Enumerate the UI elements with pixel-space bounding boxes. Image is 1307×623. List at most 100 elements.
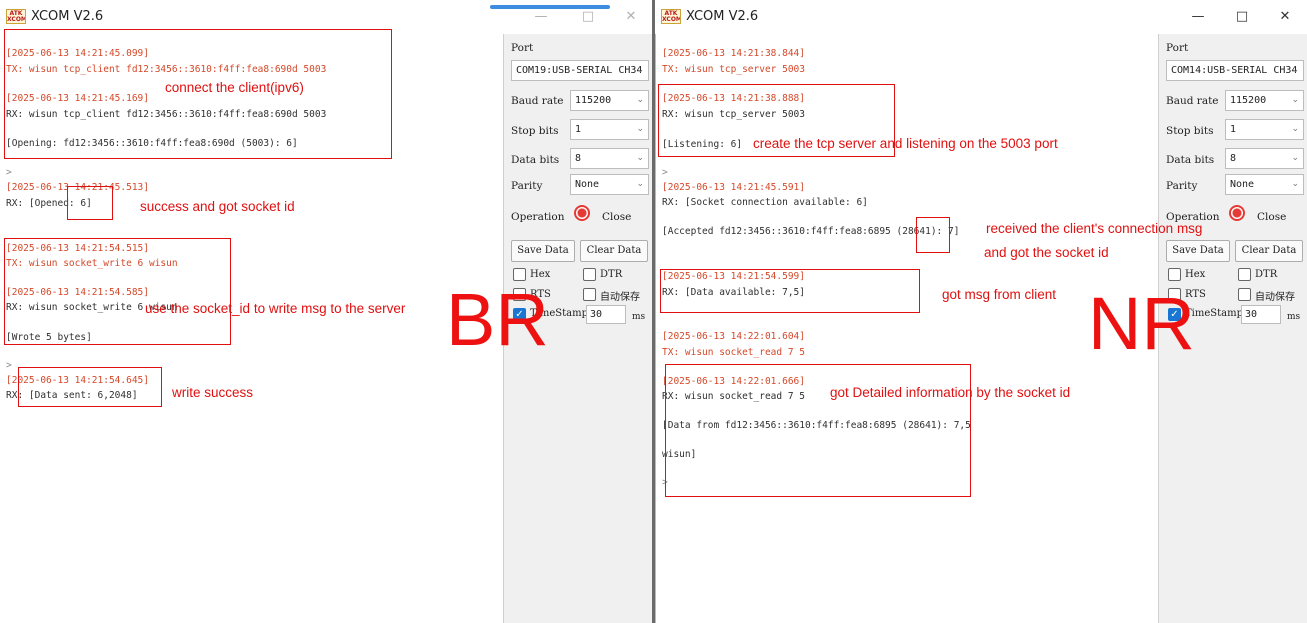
annotation-text: create the tcp server and listening on t… bbox=[753, 136, 1058, 151]
baud-rate-value: 115200 bbox=[1230, 95, 1267, 106]
close-port-label[interactable]: Close bbox=[602, 211, 631, 223]
autosave-checkbox[interactable] bbox=[583, 288, 596, 301]
device-label: BR bbox=[446, 278, 549, 361]
annotation-text: received the client's connection msg bbox=[986, 221, 1203, 236]
save-data-button[interactable]: Save Data bbox=[1166, 240, 1230, 262]
close-button[interactable]: ✕ bbox=[1268, 6, 1302, 28]
annotation-text: got Detailed information by the socket i… bbox=[830, 385, 1071, 400]
app-logo-icon: ATK XCOM bbox=[6, 9, 26, 24]
title-bar: ATK XCOM XCOM V2.6 — □ ✕ bbox=[655, 0, 1307, 34]
data-bits-select[interactable]: 8 ⌄ bbox=[1225, 148, 1304, 169]
data-bits-select[interactable]: 8 ⌄ bbox=[570, 148, 649, 169]
terminal-line: [2025-06-13 14:21:45.591] bbox=[662, 182, 805, 193]
maximize-button[interactable]: □ bbox=[1225, 6, 1259, 28]
stop-bits-value: 1 bbox=[1230, 124, 1237, 135]
baud-rate-select[interactable]: 115200 ⌄ bbox=[570, 90, 649, 111]
annotation-box bbox=[916, 217, 950, 253]
dtr-label: DTR bbox=[1255, 269, 1278, 280]
timestamp-input[interactable]: 30 bbox=[586, 305, 626, 324]
stop-bits-select[interactable]: 1 ⌄ bbox=[1225, 119, 1304, 140]
terminal-line: [Accepted fd12:3456::3610:f4ff:fea8:6895… bbox=[662, 226, 960, 237]
chevron-down-icon: ⌄ bbox=[1291, 153, 1299, 163]
chevron-down-icon: ⌄ bbox=[636, 153, 644, 163]
parity-value: None bbox=[575, 179, 600, 190]
annotation-box bbox=[665, 364, 971, 497]
device-label: NR bbox=[1088, 282, 1195, 365]
data-bits-label: Data bits bbox=[511, 154, 560, 166]
right-window: ATK XCOM XCOM V2.6 — □ ✕ [2025-06-13 14:… bbox=[655, 0, 1307, 623]
stop-bits-label: Stop bits bbox=[1166, 125, 1214, 137]
baud-rate-label: Baud rate bbox=[1166, 95, 1219, 107]
save-data-button[interactable]: Save Data bbox=[511, 240, 575, 262]
dtr-checkbox[interactable] bbox=[1238, 268, 1251, 281]
operation-label: Operation bbox=[511, 211, 565, 223]
timestamp-input[interactable]: 30 bbox=[1241, 305, 1281, 324]
parity-label: Parity bbox=[511, 180, 543, 192]
chevron-down-icon: ⌄ bbox=[1291, 95, 1299, 105]
baud-rate-value: 115200 bbox=[575, 95, 612, 106]
port-status-icon[interactable] bbox=[1229, 205, 1245, 221]
autosave-label: 自动保存 bbox=[1255, 292, 1295, 303]
autosave-checkbox[interactable] bbox=[1238, 288, 1251, 301]
port-select[interactable]: COM14:USB-SERIAL CH34 ⌄ bbox=[1166, 60, 1304, 81]
hex-label: Hex bbox=[1185, 269, 1206, 280]
chevron-down-icon: ⌄ bbox=[636, 179, 644, 189]
parity-select[interactable]: None ⌄ bbox=[1225, 174, 1304, 195]
chevron-down-icon: ⌄ bbox=[636, 124, 644, 134]
window-title: XCOM V2.6 bbox=[31, 9, 104, 24]
data-bits-label: Data bits bbox=[1166, 154, 1215, 166]
terminal-line: RX: [Socket connection available: 6] bbox=[662, 197, 868, 208]
chevron-down-icon: ⌄ bbox=[1291, 179, 1299, 189]
app-logo-icon: ATK XCOM bbox=[661, 9, 681, 24]
terminal-line: > bbox=[6, 167, 12, 178]
annotation-box bbox=[4, 238, 231, 345]
maximize-button[interactable]: □ bbox=[571, 6, 605, 28]
minimize-button[interactable]: — bbox=[524, 6, 558, 28]
port-label: Port bbox=[1166, 42, 1189, 54]
dtr-label: DTR bbox=[600, 269, 623, 280]
port-status-icon[interactable] bbox=[574, 205, 590, 221]
annotation-text: write success bbox=[172, 385, 254, 400]
close-port-label[interactable]: Close bbox=[1257, 211, 1286, 223]
chevron-down-icon: ⌄ bbox=[636, 65, 644, 75]
chevron-down-icon: ⌄ bbox=[636, 95, 644, 105]
port-select[interactable]: COM19:USB-SERIAL CH34 ⌄ bbox=[511, 60, 649, 81]
annotation-text: and got the socket id bbox=[984, 245, 1109, 260]
terminal-line: TX: wisun tcp_server 5003 bbox=[662, 64, 805, 75]
annotation-text: connect the client(ipv6) bbox=[165, 80, 304, 95]
data-bits-value: 8 bbox=[575, 153, 582, 164]
parity-select[interactable]: None ⌄ bbox=[570, 174, 649, 195]
clear-data-button[interactable]: Clear Data bbox=[580, 240, 648, 262]
autosave-label: 自动保存 bbox=[600, 292, 640, 303]
baud-rate-label: Baud rate bbox=[511, 95, 564, 107]
stop-bits-select[interactable]: 1 ⌄ bbox=[570, 119, 649, 140]
terminal-line: > bbox=[6, 360, 12, 371]
baud-rate-select[interactable]: 115200 ⌄ bbox=[1225, 90, 1304, 111]
terminal-line: TX: wisun socket_read 7 5 bbox=[662, 347, 805, 358]
port-value: COM19:USB-SERIAL CH34 bbox=[516, 65, 643, 76]
port-value: COM14:USB-SERIAL CH34 bbox=[1171, 65, 1298, 76]
port-label: Port bbox=[511, 42, 534, 54]
dtr-checkbox[interactable] bbox=[583, 268, 596, 281]
stop-bits-value: 1 bbox=[575, 124, 582, 135]
terminal-line: [2025-06-13 14:21:38.844] bbox=[662, 48, 805, 59]
ms-label: ms bbox=[1287, 312, 1301, 322]
ms-label: ms bbox=[632, 312, 646, 322]
minimize-button[interactable]: — bbox=[1181, 6, 1215, 28]
hex-checkbox[interactable] bbox=[1168, 268, 1181, 281]
annotation-text: got msg from client bbox=[942, 287, 1057, 302]
annotation-text: success and got socket id bbox=[140, 199, 295, 214]
left-window: ATK XCOM XCOM V2.6 — □ ✕ [2025-06-13 14:… bbox=[0, 0, 652, 623]
clear-data-button[interactable]: Clear Data bbox=[1235, 240, 1303, 262]
terminal-line: > bbox=[662, 167, 668, 178]
close-button[interactable]: ✕ bbox=[614, 6, 648, 28]
stop-bits-label: Stop bits bbox=[511, 125, 559, 137]
annotation-box bbox=[660, 269, 920, 313]
annotation-box bbox=[67, 186, 113, 220]
chevron-down-icon: ⌄ bbox=[1291, 65, 1299, 75]
window-title: XCOM V2.6 bbox=[686, 9, 759, 24]
parity-value: None bbox=[1230, 179, 1255, 190]
chevron-down-icon: ⌄ bbox=[1291, 124, 1299, 134]
parity-label: Parity bbox=[1166, 180, 1198, 192]
terminal-line: [2025-06-13 14:22:01.604] bbox=[662, 331, 805, 342]
